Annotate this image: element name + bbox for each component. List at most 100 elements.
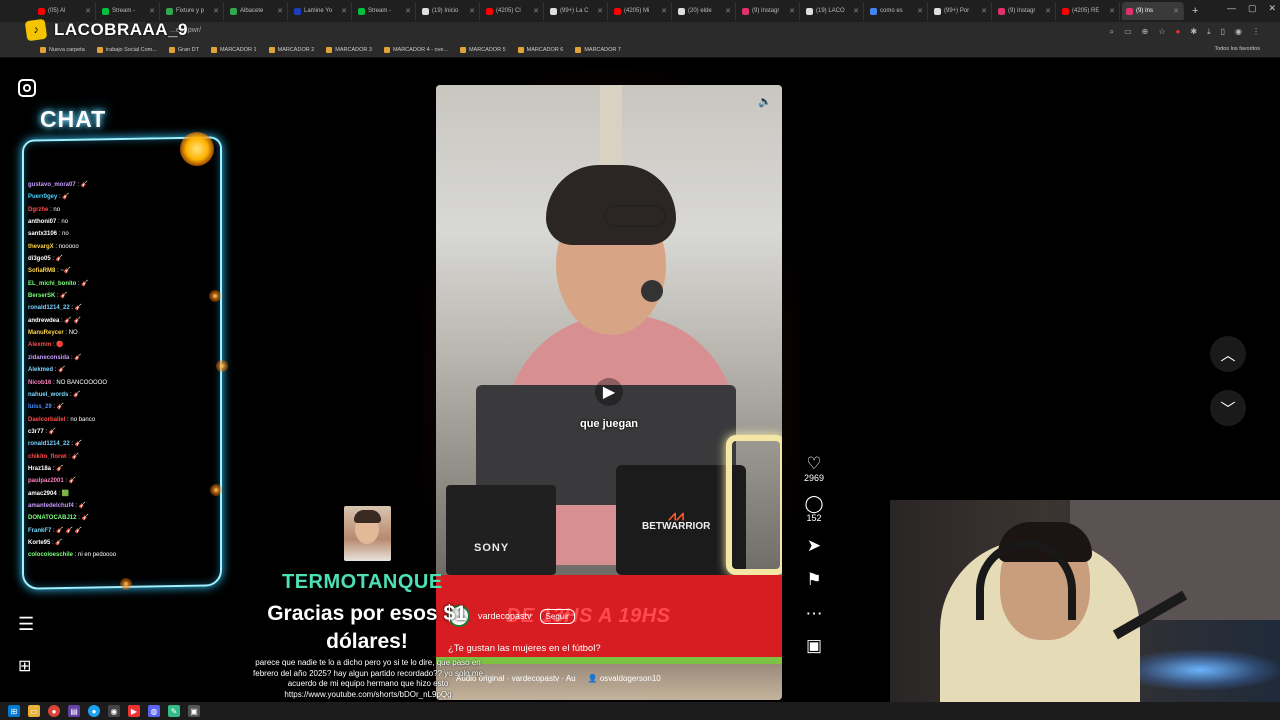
tab-close-icon[interactable]: ✕ — [469, 7, 475, 15]
new-tab-icon[interactable]: + — [1192, 5, 1198, 17]
windows-start-icon[interactable]: ⊞ — [8, 705, 20, 717]
chat-message: gustavo_mora07 : 🎸 — [28, 179, 218, 191]
tab-close-icon[interactable]: ✕ — [149, 7, 155, 15]
share-action[interactable]: ➤ — [807, 537, 821, 555]
browser-tab[interactable]: (99+) La C ✕ — [546, 2, 608, 20]
download-icon[interactable]: ⤓ — [1207, 27, 1211, 37]
tab-close-icon[interactable]: ✕ — [917, 7, 923, 15]
zoom-icon[interactable]: ⊕ — [1142, 27, 1149, 37]
audio-thumbnail-icon[interactable]: ▣ — [806, 637, 822, 655]
send-icon[interactable]: ➤ — [807, 537, 821, 555]
close-window-icon[interactable]: ✕ — [1268, 3, 1276, 14]
bookmark-item[interactable]: Gran DT — [168, 46, 199, 53]
browser-tab[interactable]: Stream - ✕ — [354, 2, 416, 20]
twitch-icon[interactable]: ▤ — [68, 705, 80, 717]
previous-reel-button[interactable]: ︿ — [1210, 336, 1246, 372]
author-name[interactable]: vardecopastv — [478, 611, 532, 621]
browser-tab[interactable]: (9) Ins ✕ — [1122, 2, 1184, 20]
extension-icon[interactable]: ● — [1176, 27, 1181, 37]
chat-username: SofiaRM8 — [28, 268, 56, 275]
video-app-icon[interactable]: ▶ — [128, 705, 140, 717]
save-action[interactable]: ⚑ — [806, 571, 821, 589]
browser-tab[interactable]: (99+) Por ✕ — [930, 2, 992, 20]
tab-close-icon[interactable]: ✕ — [981, 7, 987, 15]
tab-close-icon[interactable]: ✕ — [405, 7, 411, 15]
cast-icon[interactable]: ▭ — [1124, 27, 1132, 37]
browser-tab[interactable]: (05) Al ✕ — [34, 2, 96, 20]
chat-text: 🎸 — [62, 194, 70, 201]
obs-icon[interactable]: ◉ — [108, 705, 120, 717]
next-reel-button[interactable]: ﹀ — [1210, 390, 1246, 426]
sidebar-icon[interactable]: ▯ — [1221, 27, 1225, 37]
browser-tab[interactable]: (19) Inicio ✕ — [418, 2, 480, 20]
tab-close-icon[interactable]: ✕ — [213, 7, 219, 15]
all-bookmarks[interactable]: Todos los favoritos — [1214, 46, 1260, 52]
maximize-icon[interactable]: ▢ — [1248, 3, 1257, 14]
tab-close-icon[interactable]: ✕ — [661, 7, 667, 15]
tab-close-icon[interactable]: ✕ — [1045, 7, 1051, 15]
tab-close-icon[interactable]: ✕ — [1109, 7, 1115, 15]
follow-button[interactable]: Seguir — [539, 608, 575, 624]
instagram-icon[interactable] — [18, 79, 36, 97]
browser-tab[interactable]: Albacete ✕ — [226, 2, 288, 20]
browser-tab[interactable]: (4205) RE ✕ — [1058, 2, 1120, 20]
browser-tab[interactable]: (19) LACO ✕ — [802, 2, 864, 20]
tab-close-icon[interactable]: ✕ — [789, 7, 795, 15]
play-icon[interactable]: ▶ — [595, 378, 623, 406]
bookmark-item[interactable]: MARCADOR 6 — [517, 46, 563, 53]
hamburger-menu-icon[interactable]: ☰ — [18, 614, 34, 635]
like-action[interactable]: ♡ 2969 — [804, 455, 824, 484]
heart-icon[interactable]: ♡ — [806, 455, 821, 473]
more-options-icon[interactable]: ⋯ — [806, 605, 823, 623]
volume-icon[interactable]: 🔈 — [758, 95, 772, 108]
profile-icon[interactable]: ◉ — [1235, 27, 1242, 37]
star-icon[interactable]: ☆ — [1158, 27, 1165, 37]
file-explorer-icon[interactable]: ▭ — [28, 705, 40, 717]
bookmark-item[interactable]: MARCADOR 5 — [459, 46, 506, 53]
browser-tab[interactable]: como es ✕ — [866, 2, 928, 20]
bookmark-item[interactable]: MARCADOR 2 — [268, 46, 314, 53]
donation-message: Gracias por esos $1 dólares! — [267, 602, 467, 653]
tab-close-icon[interactable]: ✕ — [725, 7, 731, 15]
tab-close-icon[interactable]: ✕ — [341, 7, 347, 15]
editor-icon[interactable]: ✎ — [168, 705, 180, 717]
tab-close-icon[interactable]: ✕ — [277, 7, 283, 15]
tab-close-icon[interactable]: ✕ — [85, 7, 91, 15]
reel-video[interactable]: SONY ⩘⩘ BETWARRIOR 🔈 ▶ que juegan DE 13H… — [436, 85, 782, 700]
app-tile-icon[interactable]: ▣ — [188, 705, 200, 717]
bookmark-item[interactable]: MARCADOR 3 — [326, 46, 372, 53]
chat-message: Alekmed : 🎸 — [28, 364, 218, 376]
audio-thumb[interactable]: ▣ — [806, 637, 822, 655]
bookmark-item[interactable]: trabajo Social Com... — [96, 46, 157, 53]
more-apps-icon[interactable]: ⊞ — [18, 656, 31, 676]
browser-tab[interactable]: Lamine Yo ✕ — [290, 2, 352, 20]
comment-icon[interactable]: ◯ — [804, 495, 823, 513]
minimize-icon[interactable]: — — [1227, 3, 1236, 14]
browser-tab[interactable]: (4205) Cl ✕ — [482, 2, 544, 20]
browser-tab[interactable]: (4205) Mi ✕ — [610, 2, 672, 20]
chrome-icon[interactable]: ● — [48, 705, 60, 717]
bookmark-icon[interactable]: ⚑ — [806, 571, 821, 589]
bookmark-item[interactable]: MARCADOR 1 — [210, 46, 257, 53]
tab-close-icon[interactable]: ✕ — [1173, 7, 1179, 15]
tab-favicon-icon — [166, 7, 173, 15]
browser-tab[interactable]: (9) Instagr ✕ — [994, 2, 1056, 20]
discord-icon[interactable]: ◍ — [148, 705, 160, 717]
more-action[interactable]: ⋯ — [806, 605, 823, 623]
puzzle-icon[interactable]: ✱ — [1190, 27, 1197, 37]
bookmark-item[interactable]: MARCADOR 4 - ove... — [383, 46, 448, 53]
tab-close-icon[interactable]: ✕ — [853, 7, 859, 15]
browser-tab[interactable]: (9) Instagr ✕ — [738, 2, 800, 20]
search-icon[interactable]: ⌕ — [1110, 27, 1114, 37]
more-menu-icon[interactable]: ⋮ — [1252, 27, 1260, 37]
tab-close-icon[interactable]: ✕ — [597, 7, 603, 15]
bookmark-item[interactable]: MARCADOR 7 — [575, 46, 621, 53]
browser-tab[interactable]: Fixture y p ✕ — [162, 2, 224, 20]
browser-tab[interactable]: Stream - ✕ — [98, 2, 160, 20]
bookmark-item[interactable]: Nueva carpeta — [40, 46, 85, 53]
tagged-user[interactable]: 👤 osvaldogerson10 — [588, 674, 661, 683]
browser-tab[interactable]: (20) elde ✕ — [674, 2, 736, 20]
tab-close-icon[interactable]: ✕ — [533, 7, 539, 15]
app-icon[interactable]: ● — [88, 705, 100, 717]
comment-action[interactable]: ◯ 152 — [804, 495, 823, 524]
